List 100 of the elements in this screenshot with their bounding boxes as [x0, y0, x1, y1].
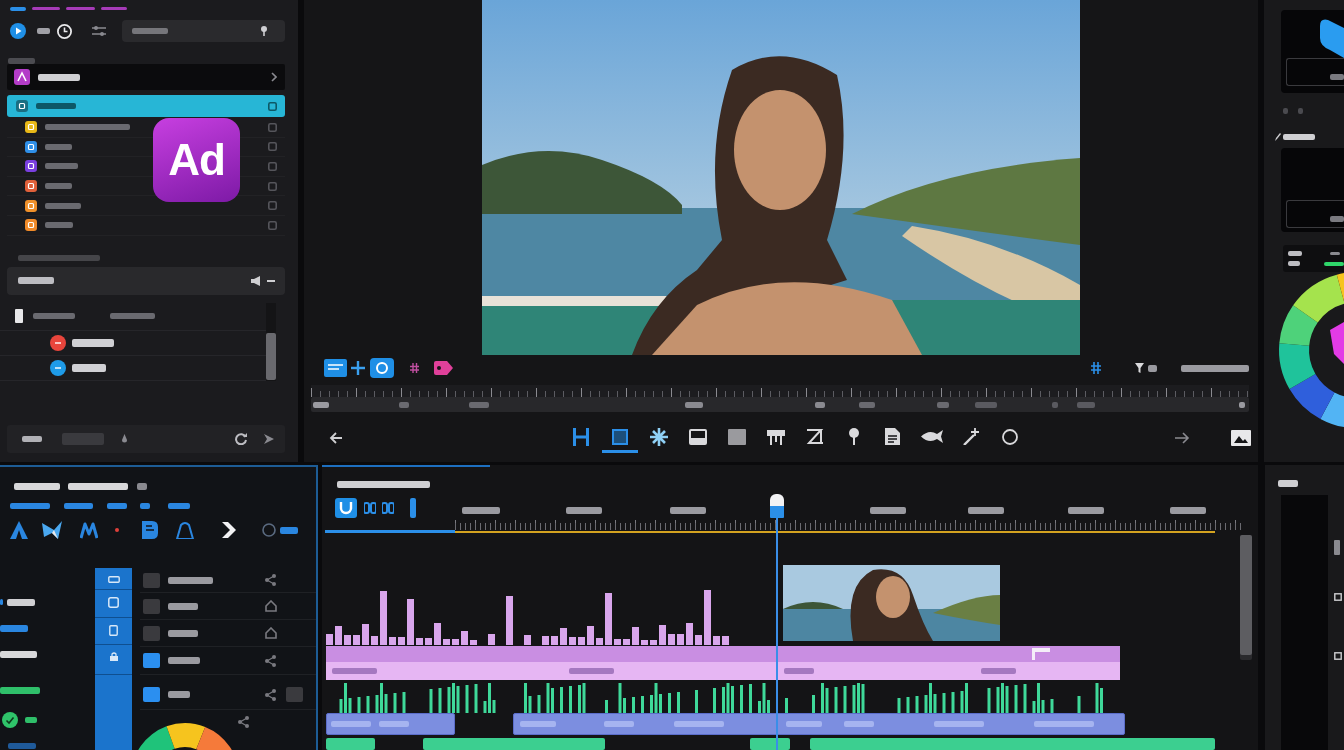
checkbox[interactable] [143, 572, 160, 588]
checkbox[interactable] [143, 625, 160, 641]
section-header[interactable] [7, 266, 285, 295]
clock-icon[interactable] [57, 23, 72, 39]
plus-icon[interactable] [351, 361, 365, 375]
video-clip[interactable] [326, 646, 1120, 680]
blurred-label [786, 721, 822, 727]
portrait-icon[interactable] [109, 625, 118, 636]
filter-icon[interactable] [1135, 363, 1144, 373]
blurred-label [332, 668, 377, 674]
table-icon [766, 428, 785, 445]
link-icon[interactable] [364, 500, 376, 516]
blurred-label [45, 183, 72, 190]
playhead[interactable] [770, 494, 785, 518]
rectangle-icon[interactable] [107, 576, 120, 583]
blurred-label [859, 401, 875, 408]
lock-icon[interactable] [109, 652, 118, 661]
audio-clip[interactable] [326, 713, 455, 735]
scrub-bar[interactable] [311, 397, 1249, 412]
play-icon[interactable] [10, 23, 26, 39]
check-circle-icon[interactable] [2, 712, 18, 728]
search-field[interactable] [122, 20, 285, 42]
arrow-icon[interactable] [263, 433, 275, 445]
document-icon [885, 428, 900, 445]
blurred-label [379, 721, 409, 727]
image-icon[interactable] [1231, 430, 1251, 446]
triangle-icon[interactable] [10, 521, 28, 539]
magnet-icon[interactable] [335, 498, 357, 518]
note-icon[interactable] [142, 521, 158, 539]
audio-clip[interactable] [750, 738, 790, 750]
blurred-label [604, 721, 634, 727]
blurred-label [1288, 261, 1300, 266]
scrollbar[interactable] [1240, 535, 1252, 660]
share-icon[interactable] [265, 574, 276, 586]
blurred-label [784, 668, 814, 674]
chevron-right-icon[interactable] [271, 72, 277, 82]
preview-thumbnail[interactable] [1281, 148, 1344, 232]
marker-icon[interactable] [410, 498, 416, 518]
circle-icon [1001, 428, 1018, 445]
blurred-label [815, 401, 825, 408]
checkbox[interactable] [143, 598, 160, 614]
audio-clip[interactable] [326, 738, 375, 750]
scrollbar[interactable] [266, 302, 276, 381]
audio-clip[interactable] [810, 738, 1215, 750]
blurred-label [168, 503, 190, 509]
forward-arrow-icon[interactable] [1175, 432, 1190, 444]
tab[interactable] [10, 7, 26, 11]
blurred-label [45, 202, 81, 209]
media-header-row[interactable] [7, 64, 285, 90]
share-icon[interactable] [265, 688, 276, 701]
bell-icon[interactable] [175, 521, 195, 539]
blurred-label [469, 401, 489, 408]
blurred-label [1283, 134, 1315, 140]
checkbox[interactable] [143, 687, 160, 702]
home-icon[interactable] [265, 627, 277, 639]
zigzag-icon[interactable] [80, 521, 98, 539]
home-icon[interactable] [265, 600, 277, 612]
blurred-label [1170, 507, 1206, 514]
blurred-label [844, 721, 874, 727]
tag-icon[interactable] [434, 361, 453, 375]
share-icon[interactable] [238, 716, 249, 728]
grid-icon[interactable] [410, 363, 419, 373]
grid-icon[interactable] [1091, 362, 1101, 374]
bracket-icon [572, 427, 589, 446]
blurred-label [37, 28, 50, 34]
chevron-right-icon[interactable] [222, 522, 236, 538]
input-field[interactable] [62, 433, 104, 445]
bird-icon[interactable] [42, 521, 62, 539]
blurred-label [1330, 216, 1344, 222]
sliders-icon[interactable] [92, 26, 106, 36]
pencil-icon[interactable] [1275, 133, 1281, 141]
blurred-label [7, 598, 35, 606]
share-icon[interactable] [265, 654, 276, 667]
blurred-label [937, 401, 949, 408]
audio-clip[interactable] [513, 713, 1125, 735]
blurred-label [64, 503, 93, 509]
sparkle-icon [649, 427, 668, 446]
dot-icon[interactable] [115, 528, 119, 532]
app-logo: Ad [153, 118, 240, 202]
preview-thumbnail[interactable] [1281, 10, 1344, 93]
audio-clip[interactable] [423, 738, 605, 750]
link-icon[interactable] [382, 500, 394, 516]
circle-icon[interactable] [262, 523, 276, 537]
minus-icon[interactable] [267, 279, 275, 282]
blurred-label [45, 222, 73, 229]
refresh-icon[interactable] [235, 433, 247, 445]
drop-icon[interactable] [122, 434, 127, 444]
blurred-label [22, 436, 42, 442]
monitor-icon [688, 428, 707, 445]
book-icon [15, 309, 23, 324]
back-arrow-icon[interactable] [329, 431, 343, 445]
target-icon[interactable] [370, 358, 394, 378]
blurred-label [14, 482, 60, 490]
layout-icon[interactable] [324, 359, 347, 377]
blurred-label [1181, 364, 1249, 372]
square-icon [727, 428, 746, 445]
speaker-icon[interactable] [251, 275, 261, 286]
meter-bar [1324, 261, 1344, 266]
checkbox[interactable] [143, 653, 160, 668]
corner-marker-icon[interactable] [1032, 648, 1050, 660]
